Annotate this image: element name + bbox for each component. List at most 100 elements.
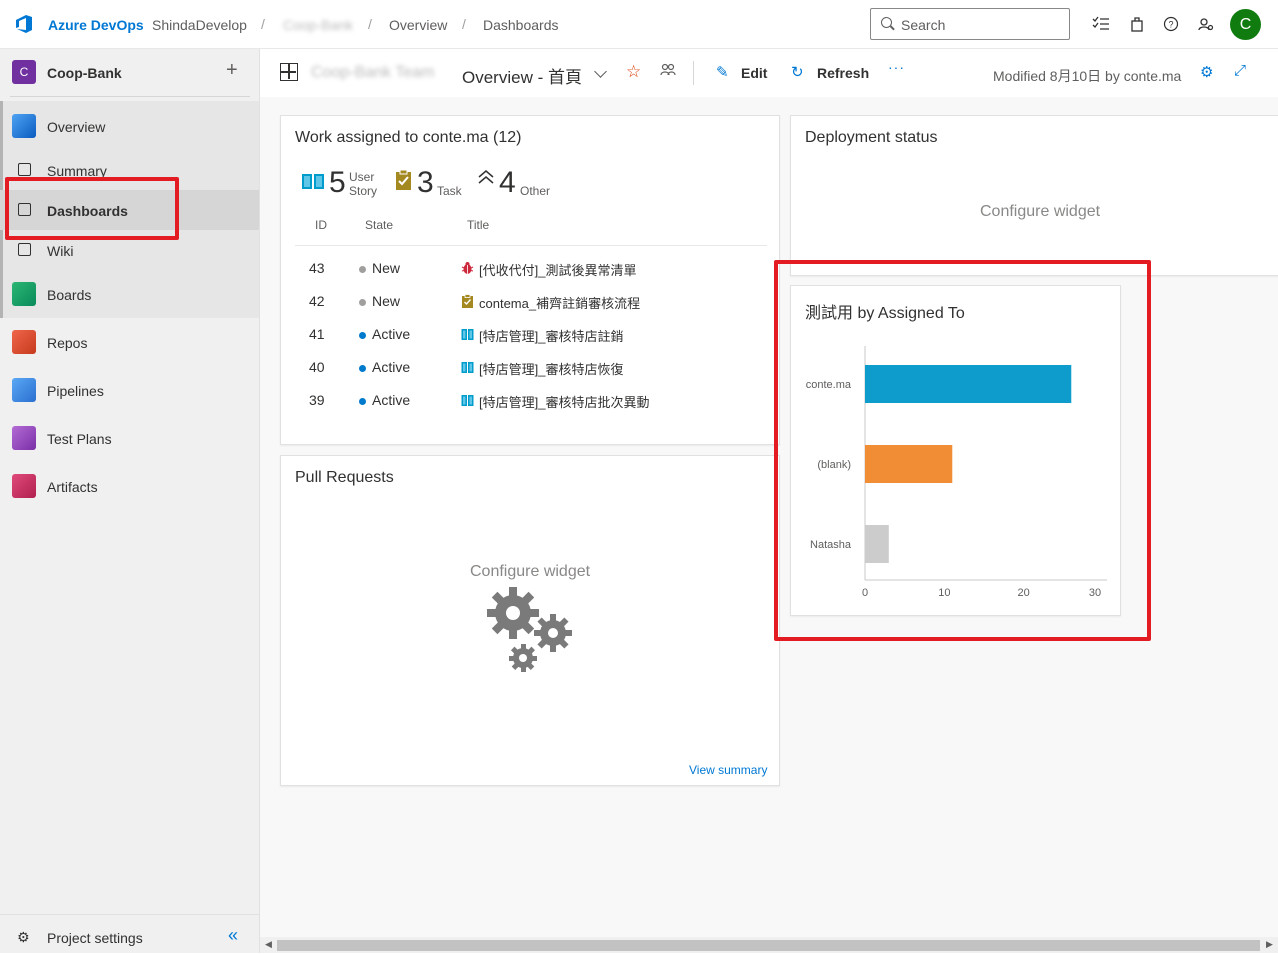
widget-title[interactable]: Deployment status	[805, 129, 938, 147]
user-story-icon	[461, 395, 474, 406]
work-item-title[interactable]: [特店管理]_審核特店批次異動	[479, 392, 649, 411]
fullscreen-icon[interactable]: ⤢	[1234, 62, 1246, 79]
brand-name[interactable]: Azure DevOps	[48, 17, 144, 33]
widget-title[interactable]: Pull Requests	[295, 469, 394, 487]
other-count[interactable]: 4	[499, 166, 516, 200]
work-item-state: Active	[372, 326, 411, 342]
work-assigned-widget: Work assigned to conte.ma (12) 5 User St…	[280, 115, 780, 445]
sidebar-item-overview[interactable]: Overview	[0, 106, 259, 146]
bug-icon	[461, 262, 474, 274]
edit-button[interactable]: Edit	[741, 65, 767, 81]
other-label: Other	[520, 184, 551, 198]
top-bar: Azure DevOps ShindaDevelop / Coop-Bank /…	[0, 0, 1278, 49]
breadcrumb-dashboards[interactable]: Dashboards	[483, 17, 559, 33]
svg-text:?: ?	[1168, 20, 1173, 30]
summary-icon	[18, 163, 31, 176]
scroll-right-icon[interactable]: ▶	[1266, 939, 1273, 950]
refresh-button[interactable]: Refresh	[817, 65, 869, 81]
project-name[interactable]: Coop-Bank	[47, 65, 122, 81]
sidebar-item-label: Test Plans	[47, 431, 112, 447]
sidebar-item-pipelines[interactable]: Pipelines	[0, 370, 259, 410]
modified-info: Modified 8月10日 by conte.ma	[993, 68, 1182, 84]
sidebar-item-artifacts[interactable]: Artifacts	[0, 466, 259, 506]
dashboard-command-bar: Coop-Bank Team Overview - 首頁 ☆ ✎ Edit ↻ …	[260, 49, 1278, 97]
gear-icon: ⚙	[17, 929, 30, 945]
dashboard-content: Work assigned to conte.ma (12) 5 User St…	[260, 97, 1278, 937]
column-header-id[interactable]: ID	[315, 218, 327, 232]
work-item-state: New	[372, 260, 401, 276]
sidebar-item-test-plans[interactable]: Test Plans	[0, 418, 259, 458]
work-item-row[interactable]: 42 New contema_補齊註銷審核流程	[281, 285, 779, 318]
work-item-row[interactable]: 41 Active [特店管理]_審核特店註銷	[281, 318, 779, 351]
user-story-icon	[461, 329, 474, 340]
avatar[interactable]: C	[1230, 9, 1261, 40]
project-header[interactable]: C Coop-Bank +	[0, 49, 260, 97]
work-item-row[interactable]: 40 Active [特店管理]_審核特店恢復	[281, 351, 779, 384]
team-name[interactable]: Coop-Bank Team	[311, 64, 434, 82]
other-chevron-icon	[478, 170, 494, 184]
highlight-box	[5, 177, 179, 240]
highlight-box	[774, 260, 1151, 641]
search-box[interactable]	[870, 8, 1070, 40]
task-icon	[396, 169, 411, 190]
work-item-row[interactable]: 43 New [代收代付]_測試後異常清單	[281, 252, 779, 285]
state-dot-icon	[359, 365, 366, 372]
refresh-icon[interactable]: ↻	[791, 63, 804, 81]
breadcrumb-org[interactable]: ShindaDevelop	[152, 17, 247, 33]
sidebar-item-repos[interactable]: Repos	[0, 322, 259, 362]
work-items-icon[interactable]	[1091, 14, 1111, 34]
sidebar-item-label: Overview	[47, 119, 106, 135]
test-plans-icon	[12, 426, 36, 450]
divider	[295, 245, 767, 246]
dashboard-icon	[280, 63, 298, 81]
column-header-state[interactable]: State	[365, 218, 393, 232]
marketplace-icon[interactable]	[1127, 14, 1147, 34]
work-item-id[interactable]: 41	[309, 326, 325, 342]
work-item-id[interactable]: 42	[309, 293, 325, 309]
work-item-id[interactable]: 40	[309, 359, 325, 375]
scroll-left-icon[interactable]: ◀	[265, 939, 272, 950]
chevron-down-icon[interactable]	[594, 65, 607, 78]
user-story-count[interactable]: 5	[329, 166, 346, 200]
breadcrumb-separator: /	[368, 16, 372, 32]
more-actions-button[interactable]: ···	[888, 59, 905, 75]
team-members-icon[interactable]	[660, 63, 676, 80]
user-story-label-2: Story	[349, 184, 378, 198]
dashboard-title[interactable]: Overview - 首頁	[462, 63, 582, 88]
configure-widget-link[interactable]: Configure widget	[470, 563, 590, 581]
breadcrumb-overview[interactable]: Overview	[389, 17, 447, 33]
work-item-title[interactable]: contema_補齊註銷審核流程	[479, 293, 640, 312]
work-item-title[interactable]: [特店管理]_審核特店註銷	[479, 326, 623, 345]
task-icon	[462, 294, 473, 308]
settings-gear-icon[interactable]: ⚙	[1200, 63, 1213, 81]
work-item-row[interactable]: 39 Active [特店管理]_審核特店批次異動	[281, 384, 779, 417]
search-input[interactable]	[901, 15, 1061, 35]
edit-icon[interactable]: ✎	[716, 63, 729, 81]
state-dot-icon	[359, 266, 366, 273]
horizontal-scrollbar[interactable]: ◀ ▶	[260, 937, 1278, 953]
view-summary-link[interactable]: View summary	[689, 763, 767, 777]
project-settings[interactable]: ⚙ Project settings «	[0, 914, 259, 954]
boards-icon	[12, 282, 36, 306]
work-item-id[interactable]: 43	[309, 260, 325, 276]
help-icon[interactable]: ?	[1161, 14, 1181, 34]
configure-widget-link[interactable]: Configure widget	[980, 203, 1100, 221]
sidebar-item-label: Boards	[47, 287, 92, 303]
task-count[interactable]: 3	[417, 166, 434, 200]
work-item-title[interactable]: [特店管理]_審核特店恢復	[479, 359, 623, 378]
collapse-sidebar-icon[interactable]: «	[228, 925, 238, 946]
work-item-title[interactable]: [代收代付]_測試後異常清單	[479, 260, 636, 279]
work-item-id[interactable]: 39	[309, 392, 325, 408]
divider	[10, 96, 250, 97]
column-header-title[interactable]: Title	[467, 218, 489, 232]
widget-title[interactable]: Work assigned to conte.ma (12)	[295, 129, 521, 147]
repos-icon	[12, 330, 36, 354]
sidebar-item-boards[interactable]: Boards	[0, 274, 259, 314]
favorite-star-icon[interactable]: ☆	[626, 62, 641, 82]
add-icon[interactable]: +	[226, 59, 238, 82]
scrollbar-thumb[interactable]	[277, 940, 1260, 951]
user-settings-icon[interactable]	[1196, 14, 1216, 34]
breadcrumb-project[interactable]: Coop-Bank	[283, 17, 353, 33]
azure-devops-logo-icon[interactable]	[14, 14, 34, 34]
state-dot-icon	[359, 398, 366, 405]
